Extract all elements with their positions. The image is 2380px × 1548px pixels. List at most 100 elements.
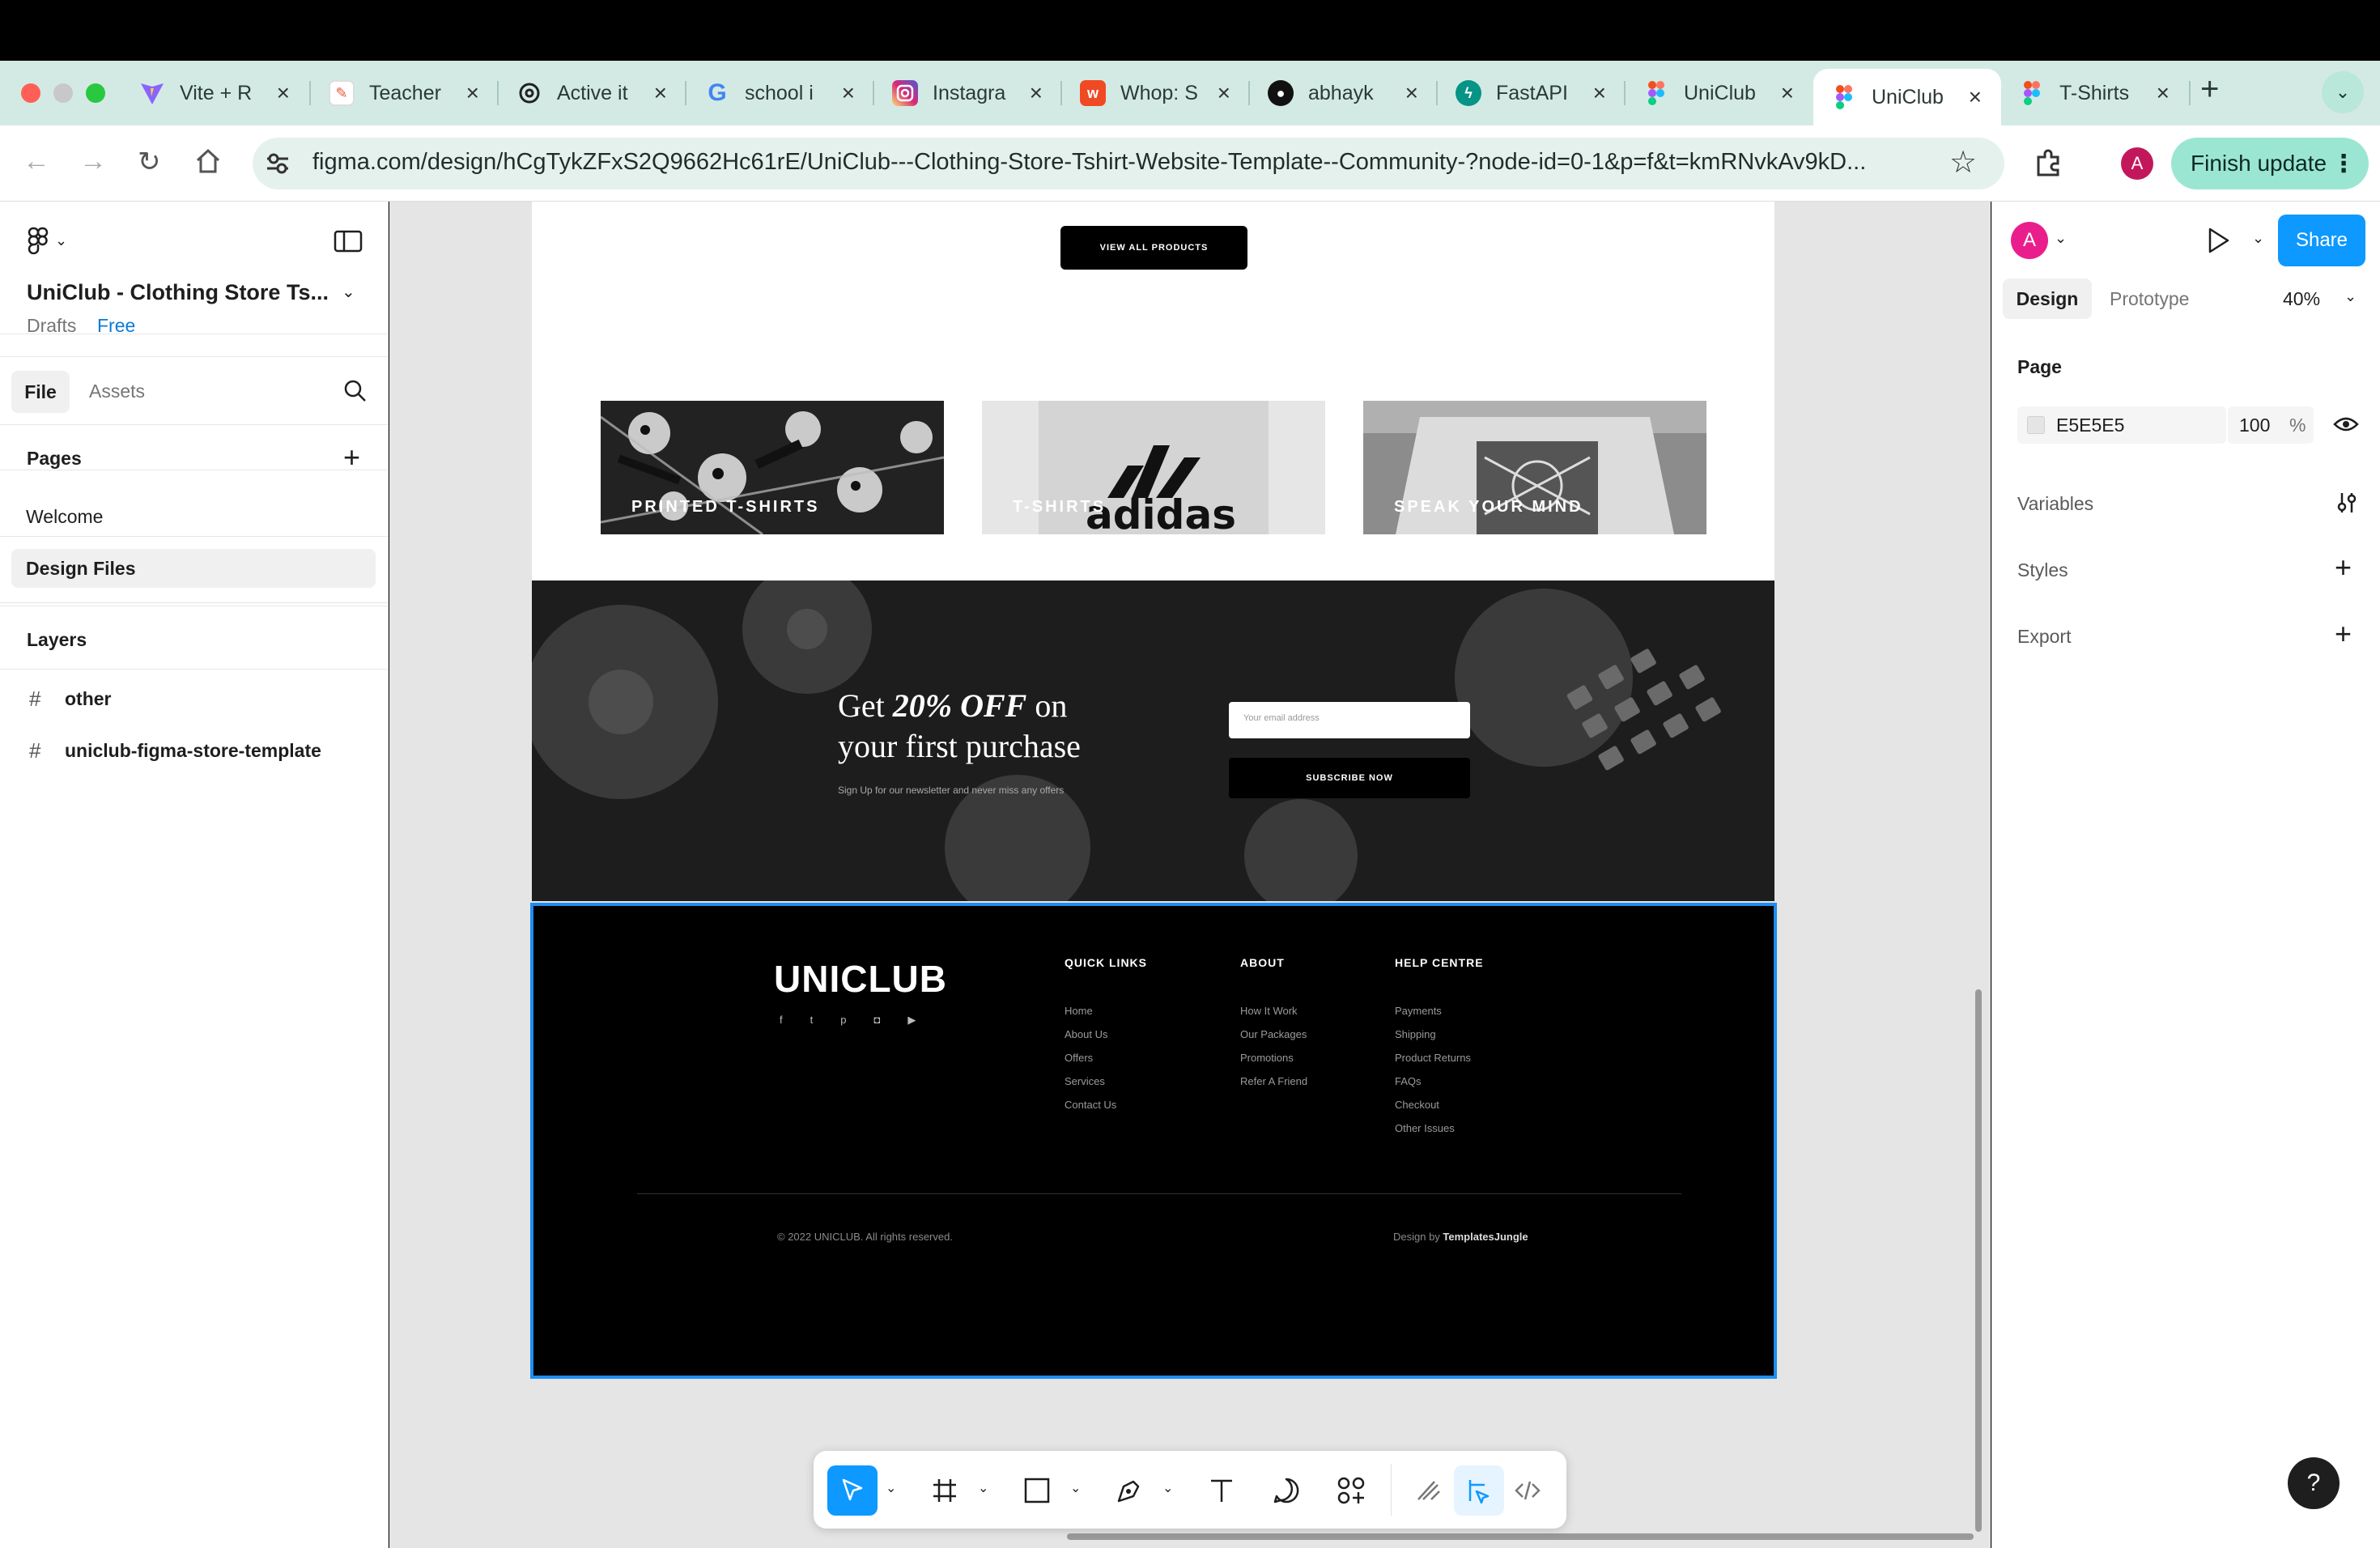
subscribe-button[interactable]: SUBSCRIBE NOW — [1229, 758, 1470, 798]
footer-link[interactable]: Payments — [1395, 1005, 1442, 1017]
reload-icon[interactable]: ↻ — [138, 146, 161, 178]
back-arrow-icon[interactable]: ← — [23, 146, 50, 177]
instagram-icon[interactable]: ◘ — [873, 1014, 880, 1027]
vertical-scrollbar[interactable] — [1975, 989, 1982, 1532]
category-card-tshirts[interactable]: adidas T-SHIRTS — [982, 401, 1325, 534]
browser-tab[interactable]: ● abhayk × — [1250, 71, 1438, 115]
category-card-printed-tshirts[interactable]: PRINTED T-SHIRTS — [601, 401, 944, 534]
bookmark-star-icon[interactable]: ☆ — [1949, 144, 1977, 181]
close-tab-icon[interactable]: × — [1030, 80, 1043, 106]
browser-tab[interactable]: Vite + R × — [121, 71, 309, 115]
close-tab-icon[interactable]: × — [1593, 80, 1606, 106]
footer-link[interactable]: Services — [1065, 1075, 1105, 1087]
footer-link[interactable]: Our Packages — [1240, 1028, 1307, 1040]
layer-item-other[interactable]: other — [65, 688, 112, 710]
browser-tab[interactable]: T-Shirts × — [2001, 71, 2189, 115]
design-by-name[interactable]: TemplatesJungle — [1443, 1231, 1528, 1243]
add-style-icon[interactable]: + — [2335, 551, 2352, 585]
chevron-down-icon[interactable]: ⌄ — [1162, 1480, 1173, 1496]
chevron-down-icon[interactable]: ⌄ — [978, 1480, 988, 1496]
move-tool[interactable] — [827, 1465, 878, 1516]
browser-tab-active[interactable]: UniClub × — [1813, 69, 2001, 125]
youtube-icon[interactable]: ▶ — [907, 1014, 916, 1027]
close-tab-icon[interactable]: × — [842, 80, 855, 106]
chevron-down-icon[interactable]: ⌄ — [342, 282, 355, 302]
comment-tool[interactable] — [1261, 1465, 1311, 1516]
footer-link[interactable]: Product Returns — [1395, 1052, 1471, 1064]
footer-link[interactable]: Other Issues — [1395, 1122, 1455, 1134]
present-play-icon[interactable] — [2207, 227, 2231, 258]
close-tab-icon[interactable]: × — [1218, 80, 1230, 106]
zoom-level[interactable]: 40% — [2283, 288, 2320, 310]
minimize-window-button[interactable] — [53, 83, 73, 103]
text-tool[interactable] — [1196, 1465, 1247, 1516]
footer-link[interactable]: Shipping — [1395, 1028, 1436, 1040]
tab-assets[interactable]: Assets — [89, 381, 145, 402]
chevron-down-icon[interactable]: ⌄ — [886, 1480, 896, 1496]
tab-file[interactable]: File — [11, 371, 70, 413]
color-swatch[interactable] — [2027, 416, 2045, 434]
chevron-down-icon[interactable]: ⌄ — [2344, 288, 2357, 305]
help-button[interactable]: ? — [2288, 1457, 2340, 1509]
page-item-welcome[interactable]: Welcome — [26, 506, 103, 528]
footer-link[interactable]: Checkout — [1395, 1099, 1439, 1111]
browser-tab[interactable]: Active it × — [499, 71, 686, 115]
browser-tab[interactable]: G school i × — [686, 71, 874, 115]
figma-main-menu-icon[interactable]: ⌄ — [28, 227, 67, 254]
tab-list-button[interactable]: ⌄ — [2322, 71, 2364, 113]
finish-update-button[interactable]: Finish update ⋮ — [2171, 138, 2369, 189]
tab-design[interactable]: Design — [2003, 279, 2092, 319]
add-export-icon[interactable]: + — [2335, 617, 2352, 651]
variables-settings-icon[interactable] — [2335, 491, 2359, 519]
user-avatar[interactable]: A — [2011, 222, 2048, 259]
page-opacity-field[interactable]: 100 % — [2228, 406, 2314, 444]
draw-mode[interactable] — [1404, 1465, 1454, 1516]
browser-tab[interactable]: ✎ Teacher × — [311, 71, 499, 115]
footer-link[interactable]: How It Work — [1240, 1005, 1298, 1017]
footer-link[interactable]: FAQs — [1395, 1075, 1422, 1087]
chevron-down-icon[interactable]: ⌄ — [2252, 230, 2264, 247]
pen-tool[interactable] — [1104, 1465, 1154, 1516]
footer-link[interactable]: Refer A Friend — [1240, 1075, 1307, 1087]
footer-link[interactable]: About Us — [1065, 1028, 1107, 1040]
category-card-speak-your-mind[interactable]: SPEAK YOUR MIND — [1363, 401, 1706, 534]
design-mode[interactable] — [1454, 1465, 1504, 1516]
browser-tab[interactable]: Instagra × — [874, 71, 1062, 115]
home-icon[interactable] — [194, 147, 222, 179]
close-tab-icon[interactable]: × — [466, 80, 479, 106]
tab-prototype[interactable]: Prototype — [2110, 288, 2189, 310]
styles-heading[interactable]: Styles — [2017, 559, 2068, 581]
footer-link[interactable]: Contact Us — [1065, 1099, 1116, 1111]
extensions-icon[interactable] — [2034, 147, 2064, 182]
new-tab-button[interactable]: + — [2200, 71, 2219, 108]
eye-visibility-icon[interactable] — [2333, 413, 2359, 440]
actions-tool[interactable] — [1326, 1465, 1376, 1516]
close-tab-icon[interactable]: × — [1405, 80, 1418, 106]
variables-heading[interactable]: Variables — [2017, 493, 2093, 515]
email-input[interactable]: Your email address — [1229, 702, 1470, 738]
frame-tool[interactable] — [920, 1465, 970, 1516]
horizontal-scrollbar[interactable] — [1067, 1533, 1974, 1540]
footer-link[interactable]: Offers — [1065, 1052, 1093, 1064]
page-item-design-files[interactable]: Design Files — [11, 549, 376, 588]
footer-frame-selected[interactable]: UNICLUB f t p ◘ ▶ QUICK LINKS Home About… — [530, 903, 1777, 1379]
site-settings-icon[interactable] — [264, 151, 291, 181]
twitter-icon[interactable]: t — [810, 1014, 814, 1027]
share-button[interactable]: Share — [2278, 215, 2365, 266]
chevron-down-icon[interactable]: ⌄ — [1070, 1480, 1081, 1496]
close-tab-icon[interactable]: × — [2157, 80, 2170, 106]
search-icon[interactable] — [343, 379, 368, 407]
export-heading[interactable]: Export — [2017, 626, 2071, 648]
footer-link[interactable]: Promotions — [1240, 1052, 1294, 1064]
view-all-products-button[interactable]: VIEW ALL PRODUCTS — [1060, 226, 1247, 270]
rectangle-tool[interactable] — [1012, 1465, 1062, 1516]
maximize-window-button[interactable] — [86, 83, 105, 103]
browser-tab[interactable]: ϟ FastAPI × — [1438, 71, 1626, 115]
forward-arrow-icon[interactable]: → — [79, 146, 107, 177]
close-tab-icon[interactable]: × — [654, 80, 667, 106]
browser-tab[interactable]: w Whop: S × — [1062, 71, 1250, 115]
chevron-down-icon[interactable]: ⌄ — [2055, 230, 2067, 247]
footer-link[interactable]: Home — [1065, 1005, 1093, 1017]
profile-avatar[interactable]: A — [2121, 147, 2153, 180]
facebook-icon[interactable]: f — [780, 1014, 783, 1027]
